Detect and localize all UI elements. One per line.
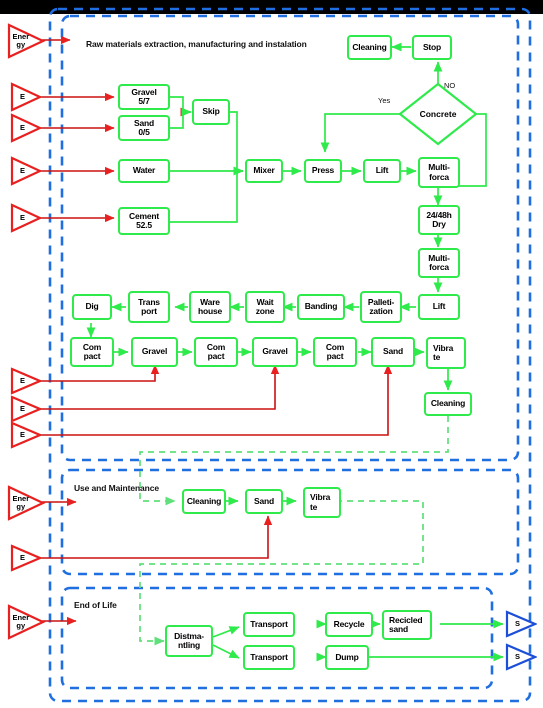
energy-input-top[interactable]: Ener gy <box>6 22 46 59</box>
energy-arrow-gravelB <box>40 364 280 410</box>
node-transport-0[interactable]: Trans port <box>128 291 170 323</box>
node-skip[interactable]: Skip <box>192 99 230 125</box>
node-dig[interactable]: Dig <box>72 294 112 320</box>
node-compact-1[interactable]: Com pact <box>70 337 114 367</box>
node-concrete-label: Concrete <box>419 109 457 119</box>
node-transport-1[interactable]: Transport <box>243 612 295 637</box>
energy-input-sand[interactable]: E <box>10 113 43 143</box>
energy-label: E <box>19 430 25 440</box>
diagram-canvas: Raw materials extraction, manufacturing … <box>0 0 543 708</box>
node-sand-0-5[interactable]: Sand 0/5 <box>118 115 170 141</box>
energy-input-use-sand[interactable]: E <box>10 544 43 572</box>
flow-skip-to-mixer <box>228 111 244 176</box>
node-compact-3[interactable]: Com pact <box>313 337 357 367</box>
energy-label: E <box>19 404 25 414</box>
energy-label: E <box>19 123 25 133</box>
node-lift-2[interactable]: Lift <box>418 294 460 320</box>
output-label: S <box>514 652 520 662</box>
node-cement-52-5[interactable]: Cement 52.5 <box>118 207 170 235</box>
node-lift-1[interactable]: Lift <box>363 159 401 183</box>
energy-input-install-3[interactable]: E <box>10 421 43 449</box>
energy-label: E <box>19 376 25 386</box>
flow-sand-to-skip <box>170 112 184 129</box>
energy-input-install-2[interactable]: E <box>10 395 43 423</box>
energy-input-install-1[interactable]: E <box>10 367 43 395</box>
node-dry-24-48h[interactable]: 24/48h Dry <box>418 205 460 235</box>
node-sand-use[interactable]: Sand <box>245 489 283 514</box>
node-banding[interactable]: Banding <box>297 294 345 320</box>
node-recicled-sand[interactable]: Recicled sand <box>382 610 432 640</box>
energy-label: E <box>19 166 25 176</box>
node-gravel-5-7[interactable]: Gravel 5/7 <box>118 84 170 110</box>
energy-label: Ener gy <box>12 612 30 630</box>
flow-dismantling-to-transport2 <box>212 644 240 659</box>
node-dump[interactable]: Dump <box>325 645 369 670</box>
output-dump[interactable]: S <box>505 643 538 671</box>
energy-flow-arrows <box>40 35 393 626</box>
phase-title-raw-materials: Raw materials extraction, manufacturing … <box>86 39 307 49</box>
node-dismantling[interactable]: Distma- ntling <box>165 625 213 657</box>
energy-label: E <box>19 553 25 563</box>
node-recycle[interactable]: Recycle <box>325 612 373 637</box>
phase-title-end-of-life: End of Life <box>74 600 117 610</box>
node-multiforca-2[interactable]: Multi- forca <box>418 248 460 278</box>
edge-label-yes: Yes <box>378 96 391 105</box>
flow-dismantling-to-transport1 <box>212 626 240 638</box>
flow-concrete-yes-to-press <box>320 113 404 153</box>
flow-gravel-to-skip <box>170 96 184 112</box>
node-transport-2[interactable]: Transport <box>243 645 295 670</box>
node-gravel-b[interactable]: Gravel <box>252 337 298 367</box>
output-recicled-sand[interactable]: S <box>505 610 538 638</box>
recovered-material-flow <box>139 416 449 646</box>
node-multiforca-1[interactable]: Multi- forca <box>418 157 460 188</box>
energy-input-eol[interactable]: Ener gy <box>6 603 46 640</box>
flow-cement-to-mixer <box>170 172 238 223</box>
node-gravel-a[interactable]: Gravel <box>131 337 178 367</box>
node-water[interactable]: Water <box>118 159 170 183</box>
energy-input-water[interactable]: E <box>10 156 43 186</box>
energy-label: E <box>19 92 25 102</box>
node-cleaning-reject[interactable]: Cleaning <box>347 35 392 60</box>
node-wait-zone[interactable]: Wait zone <box>245 291 285 323</box>
energy-label: Ener gy <box>12 493 30 511</box>
node-sand-a[interactable]: Sand <box>371 337 415 367</box>
node-compact-2[interactable]: Com pact <box>194 337 238 367</box>
node-warehouse[interactable]: Ware house <box>189 291 231 323</box>
node-cleaning-use[interactable]: Cleaning <box>182 489 226 514</box>
node-mixer[interactable]: Mixer <box>245 159 283 183</box>
energy-arrow-use-sand <box>40 515 273 559</box>
node-vibrate-1[interactable]: Vibra te <box>426 337 466 369</box>
node-vibrate-use[interactable]: Vibra te <box>303 487 341 518</box>
node-palletization[interactable]: Palleti- zation <box>360 291 402 323</box>
output-label: S <box>514 619 520 629</box>
node-concrete-decision[interactable]: Concrete <box>398 82 478 146</box>
energy-arrow-gravelA <box>40 364 160 382</box>
energy-input-cement[interactable]: E <box>10 203 43 233</box>
phase-title-use: Use and Maintenance <box>74 483 160 493</box>
energy-label: Ener gy <box>12 31 30 49</box>
energy-input-gravel[interactable]: E <box>10 82 43 112</box>
energy-input-use[interactable]: Ener gy <box>6 484 46 521</box>
energy-label: E <box>19 213 25 223</box>
node-press[interactable]: Press <box>304 159 342 183</box>
node-stop[interactable]: Stop <box>412 35 452 60</box>
energy-arrow-sandA <box>40 364 393 436</box>
node-cleaning-install[interactable]: Cleaning <box>424 392 472 416</box>
